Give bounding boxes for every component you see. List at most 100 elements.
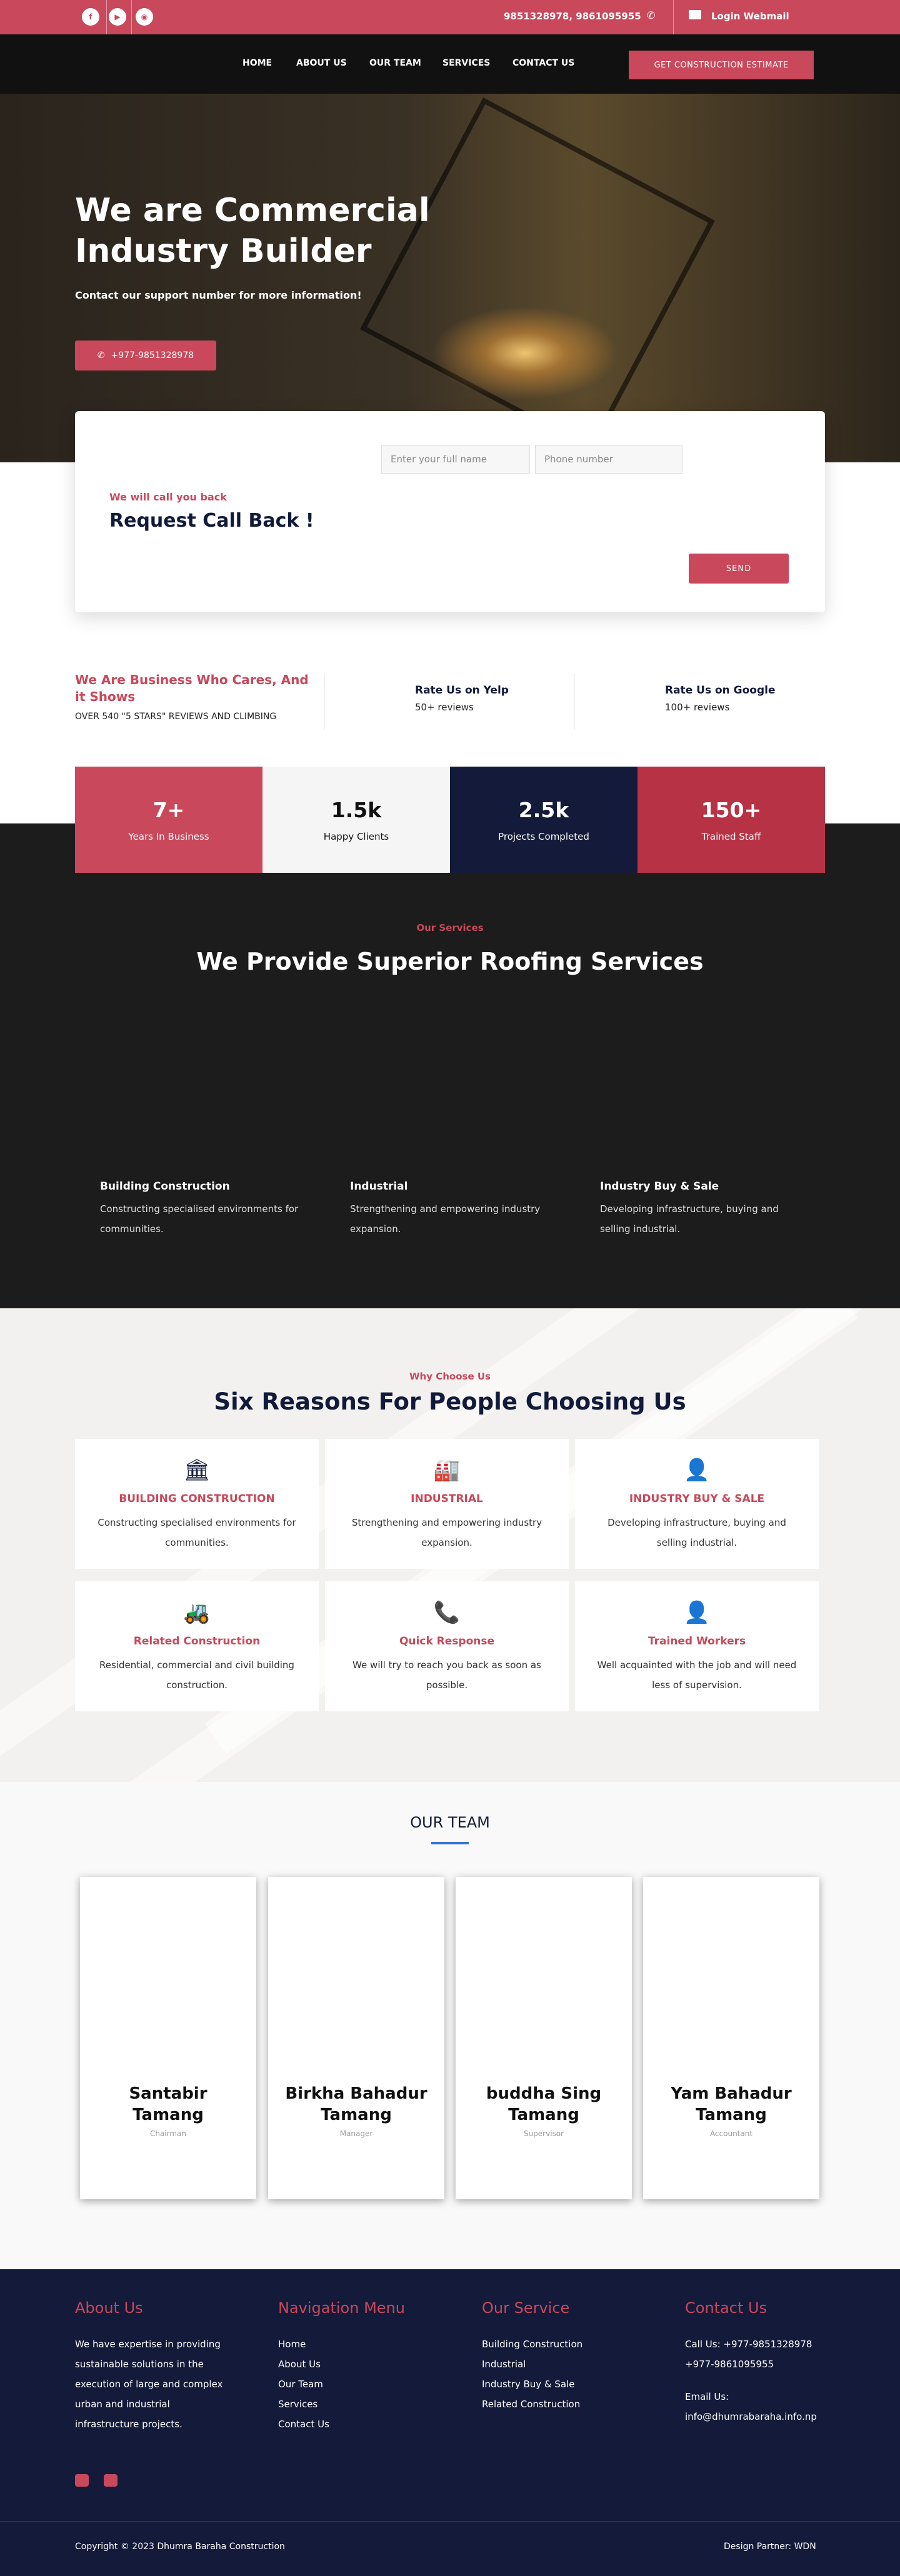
team-card[interactable]: buddha Sing Tamang Supervisor — [456, 1877, 632, 2199]
nav-our-team[interactable]: OUR TEAM — [369, 58, 421, 68]
reason-card: 🏛 BUILDING CONSTRUCTION Constructing speci… — [75, 1439, 319, 1569]
google-title: Rate Us on Google — [665, 684, 776, 697]
stat-label: Trained Staff — [701, 830, 761, 842]
reviews-title: We Are Business Who Cares, And it Shows — [75, 672, 309, 704]
hero-subtitle: Contact our support number for more info… — [75, 289, 362, 301]
footer-call-2: +977-9861095955 — [685, 2359, 774, 2370]
reason-desc: Strengthening and empowering industry ex… — [351, 1517, 542, 1548]
reason-title: Related Construction — [133, 1635, 261, 1648]
phone-icon: 📞 — [433, 1600, 461, 1625]
reason-title: INDUSTRY BUY & SALE — [629, 1493, 765, 1505]
reason-card: 👤 Trained Workers Well acquainted with the… — [575, 1581, 819, 1711]
footer-nav-services[interactable]: Services — [278, 2394, 453, 2414]
excavator-icon: 🚜 — [183, 1600, 211, 1625]
yelp-count: 50+ reviews — [415, 702, 474, 713]
service-desc: Developing infrastructure, buying and se… — [600, 1203, 779, 1235]
hero-call-button[interactable]: ✆ +977-9851328978 — [75, 341, 216, 370]
member-role: Accountant — [709, 2129, 753, 2138]
stat-card: 150+ Trained Staff — [638, 767, 825, 873]
footer-contact: Contact Us Call Us: +977-9851328978 +977… — [685, 2299, 829, 2427]
stat-value: 7+ — [152, 797, 185, 822]
team-card[interactable]: Santabir Tamang Chairman — [80, 1877, 256, 2199]
why-kicker: Why Choose Us — [409, 1371, 491, 1382]
reason-desc: We will try to reach you back as soon as… — [352, 1659, 541, 1691]
reason-desc: Constructing specialised environments fo… — [98, 1517, 296, 1548]
divider — [131, 0, 132, 34]
team-card[interactable]: Birkha Bahadur Tamang Manager — [268, 1877, 444, 2199]
footer-email-label: Email Us: — [685, 2391, 729, 2402]
design-partner[interactable]: Design Partner: WDN — [724, 2542, 816, 2552]
reviews-subtitle: OVER 540 "5 STARS" REVIEWS AND CLIMBING — [75, 712, 277, 722]
service-title: Industry Buy & Sale — [600, 1180, 719, 1193]
footer-service-link[interactable]: Industrial — [482, 2354, 657, 2374]
reason-desc: Well acquainted with the job and will ne… — [597, 1659, 797, 1691]
services-kicker: Our Services — [416, 922, 484, 933]
footer-service-link[interactable]: Industry Buy & Sale — [482, 2374, 657, 2394]
youtube-icon[interactable] — [104, 2474, 118, 2487]
reason-card: 🏭 INDUSTRIAL Strengthening and empowering … — [325, 1439, 569, 1569]
why-title: Six Reasons For People Choosing Us — [214, 1388, 686, 1415]
hero-light-glow — [431, 306, 619, 400]
nav-home[interactable]: HOME — [242, 58, 272, 68]
service-title: Industrial — [350, 1180, 408, 1193]
phone-numbers: 9851328978, 9861095955 — [504, 11, 641, 22]
stat-value: 1.5k — [331, 797, 382, 822]
team-title: OUR TEAM — [410, 1814, 490, 1831]
main-navigation: HOME ABOUT US OUR TEAM SERVICES CONTACT … — [0, 34, 900, 94]
yelp-rating[interactable]: Rate Us on Yelp 50+ reviews — [415, 684, 509, 713]
footer-about-text: We have expertise in providing sustainab… — [75, 2339, 223, 2430]
reason-title: Trained Workers — [648, 1635, 746, 1648]
member-role: Chairman — [149, 2129, 187, 2138]
reason-card: 👤 INDUSTRY BUY & SALE Developing infrastru… — [575, 1439, 819, 1569]
footer-contact-heading: Contact Us — [685, 2299, 768, 2317]
team-underline — [431, 1842, 469, 1844]
full-name-input[interactable]: Enter your full name — [381, 445, 530, 474]
globe-icon[interactable]: ◉ — [136, 8, 153, 26]
send-button[interactable]: SEND — [689, 554, 789, 584]
footer-navigation: Navigation Menu Home About Us Our Team S… — [278, 2299, 453, 2434]
yelp-title: Rate Us on Yelp — [415, 684, 509, 697]
footer-nav-about[interactable]: About Us — [278, 2354, 453, 2374]
service-desc: Strengthening and empowering industry ex… — [350, 1203, 541, 1235]
team-card[interactable]: Yam Bahadur Tamang Accountant — [643, 1877, 819, 2199]
service-title: Building Construction — [100, 1180, 230, 1193]
callback-card: Enter your full name Phone number We wil… — [75, 411, 825, 612]
service-item[interactable]: Building Construction Constructing specia… — [100, 1180, 306, 1239]
facebook-icon[interactable]: f — [82, 8, 99, 26]
footer-services: Our Service Building Construction Indust… — [482, 2299, 657, 2414]
login-webmail-link[interactable]: Login Webmail — [711, 11, 789, 22]
youtube-icon[interactable]: ▶ — [109, 8, 126, 26]
service-item[interactable]: Industry Buy & Sale Developing infrastruc… — [600, 1180, 806, 1239]
member-name: buddha Sing Tamang — [486, 2084, 602, 2124]
nav-about-us[interactable]: ABOUT US — [296, 58, 347, 68]
mail-icon — [689, 10, 701, 19]
reason-card: 📞 Quick Response We will try to reach you … — [325, 1581, 569, 1711]
footer-service-heading: Our Service — [482, 2299, 570, 2317]
stat-label: Happy Clients — [323, 830, 389, 842]
phone-number-input[interactable]: Phone number — [535, 445, 682, 474]
stat-card: 1.5k Happy Clients — [262, 767, 450, 873]
footer-about-heading: About Us — [75, 2299, 143, 2317]
footer-service-link[interactable]: Building Construction — [482, 2334, 657, 2354]
facebook-icon[interactable] — [75, 2474, 89, 2487]
footer-nav-home[interactable]: Home — [278, 2334, 453, 2354]
nav-contact-us[interactable]: CONTACT US — [512, 58, 574, 68]
stat-value: 150+ — [701, 797, 762, 822]
member-role: Manager — [339, 2129, 373, 2138]
footer-email[interactable]: info@dhumrabaraha.info.np — [685, 2407, 829, 2427]
google-rating[interactable]: Rate Us on Google 100+ reviews — [665, 684, 776, 713]
phone-icon: ✆ — [97, 351, 105, 361]
stat-label: Projects Completed — [498, 830, 589, 842]
reason-desc: Developing infrastructure, buying and se… — [608, 1517, 786, 1548]
user-icon: 👤 — [683, 1600, 711, 1625]
stat-card: 2.5k Projects Completed — [450, 767, 638, 873]
footer-service-link[interactable]: Related Construction — [482, 2394, 657, 2414]
nav-services[interactable]: SERVICES — [442, 58, 490, 68]
footer-nav-team[interactable]: Our Team — [278, 2374, 453, 2394]
construction-estimate-button[interactable]: GET CONSTRUCTION ESTIMATE — [629, 51, 814, 79]
copyright: Copyright © 2023 Dhumra Baraha Construct… — [75, 2542, 285, 2552]
hero-phone-label: +977-9851328978 — [111, 351, 194, 361]
hero-banner: We are Commercial Industry Builder Conta… — [0, 94, 900, 462]
service-item[interactable]: Industrial Strengthening and empowering i… — [350, 1180, 556, 1239]
footer-nav-contact[interactable]: Contact Us — [278, 2414, 453, 2434]
